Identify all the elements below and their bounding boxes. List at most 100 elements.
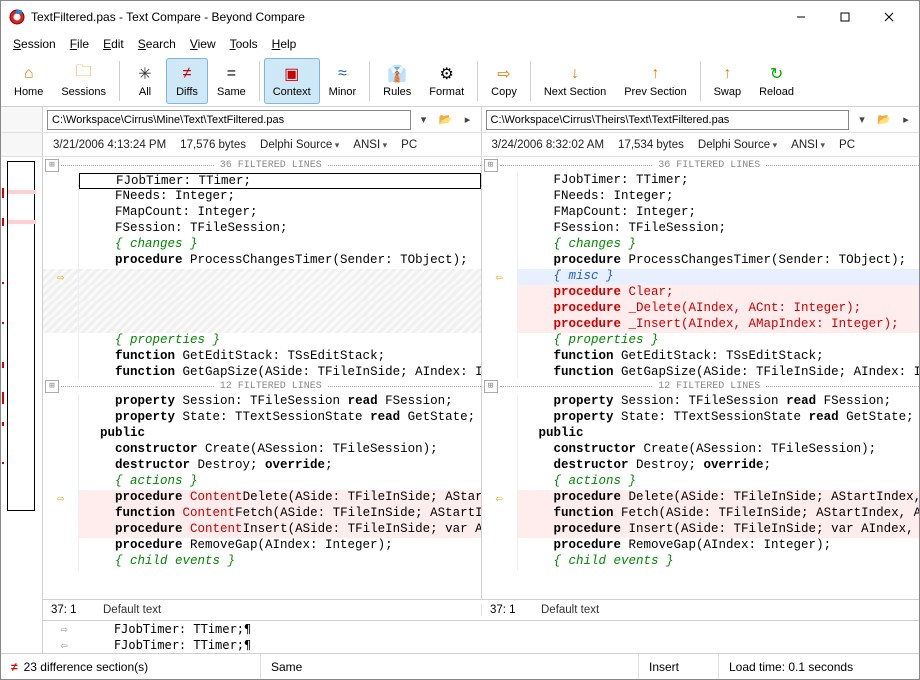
left-path-input[interactable] xyxy=(47,110,411,130)
right-path-dropdown-icon[interactable]: ▾ xyxy=(853,110,871,130)
code-line[interactable]: ⇨ procedure ContentDelete(ASide: TFileIn… xyxy=(43,490,481,506)
code-line[interactable]: function GetEditStack: TSsEditStack; xyxy=(482,349,920,365)
left-pane[interactable]: ⊞36 FILTERED LINES FJobTimer: TTimer; FN… xyxy=(43,157,481,599)
right-open-icon[interactable]: 📂 xyxy=(875,110,893,130)
left-enc-dropdown[interactable]: ANSI xyxy=(353,139,387,151)
minor-label: Minor xyxy=(329,86,357,98)
overview-pane[interactable] xyxy=(1,157,43,653)
left-browse-icon[interactable]: ▸ xyxy=(459,110,477,130)
path-row: ▾ 📂 ▸ ▾ 📂 ▸ xyxy=(1,107,919,133)
menu-search[interactable]: Search xyxy=(132,35,182,53)
code-line[interactable]: FNeeds: Integer; xyxy=(482,189,920,205)
same-button[interactable]: =Same xyxy=(208,58,255,104)
home-icon: ⌂ xyxy=(24,64,34,84)
code-line[interactable]: constructor Create(ASession: TFileSessio… xyxy=(43,442,481,458)
code-line[interactable]: procedure ProcessChangesTimer(Sender: TO… xyxy=(43,253,481,269)
copy-button[interactable]: ⇨Copy xyxy=(482,58,526,104)
code-line[interactable]: { actions } xyxy=(43,474,481,490)
diffs-button[interactable]: ≠Diffs xyxy=(166,58,208,104)
menu-edit[interactable]: Edit xyxy=(97,35,130,53)
context-button[interactable]: ▣Context xyxy=(264,58,320,104)
minor-button[interactable]: ≈Minor xyxy=(320,58,366,104)
expand-icon[interactable]: ⊞ xyxy=(45,159,59,172)
code-line[interactable]: procedure Insert(ASide: TFileInSide; var… xyxy=(482,522,920,538)
code-line[interactable]: FMapCount: Integer; xyxy=(43,205,481,221)
menu-file[interactable]: File xyxy=(64,35,95,53)
code-line[interactable]: function GetEditStack: TSsEditStack; xyxy=(43,349,481,365)
menu-session[interactable]: Session xyxy=(7,35,62,53)
code-line[interactable]: function ContentFetch(ASide: TFileInSide… xyxy=(43,506,481,522)
code-line[interactable] xyxy=(43,285,481,301)
code-line[interactable]: procedure _Insert(AIndex, AMapIndex: Int… xyxy=(482,317,920,333)
merge-right-icon[interactable]: ⇨ xyxy=(43,622,85,636)
code-line[interactable]: procedure Clear; xyxy=(482,285,920,301)
code-line[interactable]: procedure RemoveGap(AIndex: Integer); xyxy=(43,538,481,554)
format-button[interactable]: ⚙Format xyxy=(420,58,473,104)
code-line[interactable]: property Session: TFileSession read FSes… xyxy=(482,394,920,410)
all-button[interactable]: ✳All xyxy=(124,58,166,104)
left-lang-dropdown[interactable]: Delphi Source xyxy=(260,139,339,151)
code-line[interactable]: procedure ProcessChangesTimer(Sender: TO… xyxy=(482,253,920,269)
code-line[interactable]: { child events } xyxy=(43,554,481,570)
right-pane[interactable]: ⊞36 FILTERED LINES FJobTimer: TTimer; FN… xyxy=(481,157,920,599)
code-line[interactable]: FJobTimer: TTimer; xyxy=(43,173,481,189)
code-line[interactable]: { changes } xyxy=(43,237,481,253)
left-open-icon[interactable]: 📂 xyxy=(437,110,455,130)
reload-button[interactable]: ↻Reload xyxy=(750,58,803,104)
menu-tools[interactable]: Tools xyxy=(224,35,264,53)
code-line[interactable]: { actions } xyxy=(482,474,920,490)
home-button[interactable]: ⌂Home xyxy=(5,58,52,104)
code-line[interactable]: FMapCount: Integer; xyxy=(482,205,920,221)
sessions-icon: 🗀 xyxy=(76,64,92,84)
left-path-dropdown-icon[interactable]: ▾ xyxy=(415,110,433,130)
merge-left-icon[interactable]: ⇦ xyxy=(43,638,85,652)
code-line[interactable]: procedure ContentInsert(ASide: TFileInSi… xyxy=(43,522,481,538)
sessions-button[interactable]: 🗀Sessions xyxy=(52,58,115,104)
code-line[interactable]: FSession: TFileSession; xyxy=(43,221,481,237)
code-line[interactable]: function Fetch(ASide: TFileInSide; AStar… xyxy=(482,506,920,522)
code-line[interactable] xyxy=(43,317,481,333)
right-browse-icon[interactable]: ▸ xyxy=(897,110,915,130)
code-line[interactable]: { properties } xyxy=(43,333,481,349)
code-line[interactable]: procedure _Delete(AIndex, ACnt: Integer)… xyxy=(482,301,920,317)
code-line[interactable]: destructor Destroy; override; xyxy=(43,458,481,474)
minimize-button[interactable] xyxy=(779,3,823,31)
code-line[interactable]: property Session: TFileSession read FSes… xyxy=(43,394,481,410)
code-line[interactable] xyxy=(43,301,481,317)
code-line[interactable]: ⇦ procedure Delete(ASide: TFileInSide; A… xyxy=(482,490,920,506)
code-line[interactable]: { properties } xyxy=(482,333,920,349)
titlebar: TextFiltered.pas - Text Compare - Beyond… xyxy=(1,1,919,33)
code-line[interactable]: ⇨ xyxy=(43,269,481,285)
next-icon: ↓ xyxy=(571,64,579,84)
code-line[interactable]: public xyxy=(43,426,481,442)
code-line[interactable]: function GetGapSize(ASide: TFileInSide; … xyxy=(482,365,920,378)
maximize-button[interactable] xyxy=(823,3,867,31)
overview-header xyxy=(1,107,43,132)
code-line[interactable]: destructor Destroy; override; xyxy=(482,458,920,474)
code-line[interactable]: FJobTimer: TTimer; xyxy=(482,173,920,189)
close-button[interactable] xyxy=(867,3,911,31)
right-enc-dropdown[interactable]: ANSI xyxy=(791,139,825,151)
code-line[interactable]: FNeeds: Integer; xyxy=(43,189,481,205)
menu-help[interactable]: Help xyxy=(266,35,303,53)
expand-icon[interactable]: ⊞ xyxy=(45,380,59,393)
code-line[interactable]: FSession: TFileSession; xyxy=(482,221,920,237)
right-path-input[interactable] xyxy=(486,110,850,130)
code-line[interactable]: { child events } xyxy=(482,554,920,570)
swap-button[interactable]: ↑Swap xyxy=(705,58,751,104)
next-button[interactable]: ↓Next Section xyxy=(535,58,615,104)
code-line[interactable]: constructor Create(ASession: TFileSessio… xyxy=(482,442,920,458)
menu-view[interactable]: View xyxy=(184,35,222,53)
code-line[interactable]: ⇦ { misc } xyxy=(482,269,920,285)
expand-icon[interactable]: ⊞ xyxy=(484,380,498,393)
code-line[interactable]: public xyxy=(482,426,920,442)
code-line[interactable]: property State: TTextSessionState read G… xyxy=(482,410,920,426)
code-line[interactable]: procedure RemoveGap(AIndex: Integer); xyxy=(482,538,920,554)
code-line[interactable]: function GetGapSize(ASide: TFileInSide; … xyxy=(43,365,481,378)
expand-icon[interactable]: ⊞ xyxy=(484,159,498,172)
prev-button[interactable]: ↑Prev Section xyxy=(615,58,695,104)
rules-button[interactable]: 👔Rules xyxy=(374,58,420,104)
right-lang-dropdown[interactable]: Delphi Source xyxy=(698,139,777,151)
code-line[interactable]: property State: TTextSessionState read G… xyxy=(43,410,481,426)
code-line[interactable]: { changes } xyxy=(482,237,920,253)
